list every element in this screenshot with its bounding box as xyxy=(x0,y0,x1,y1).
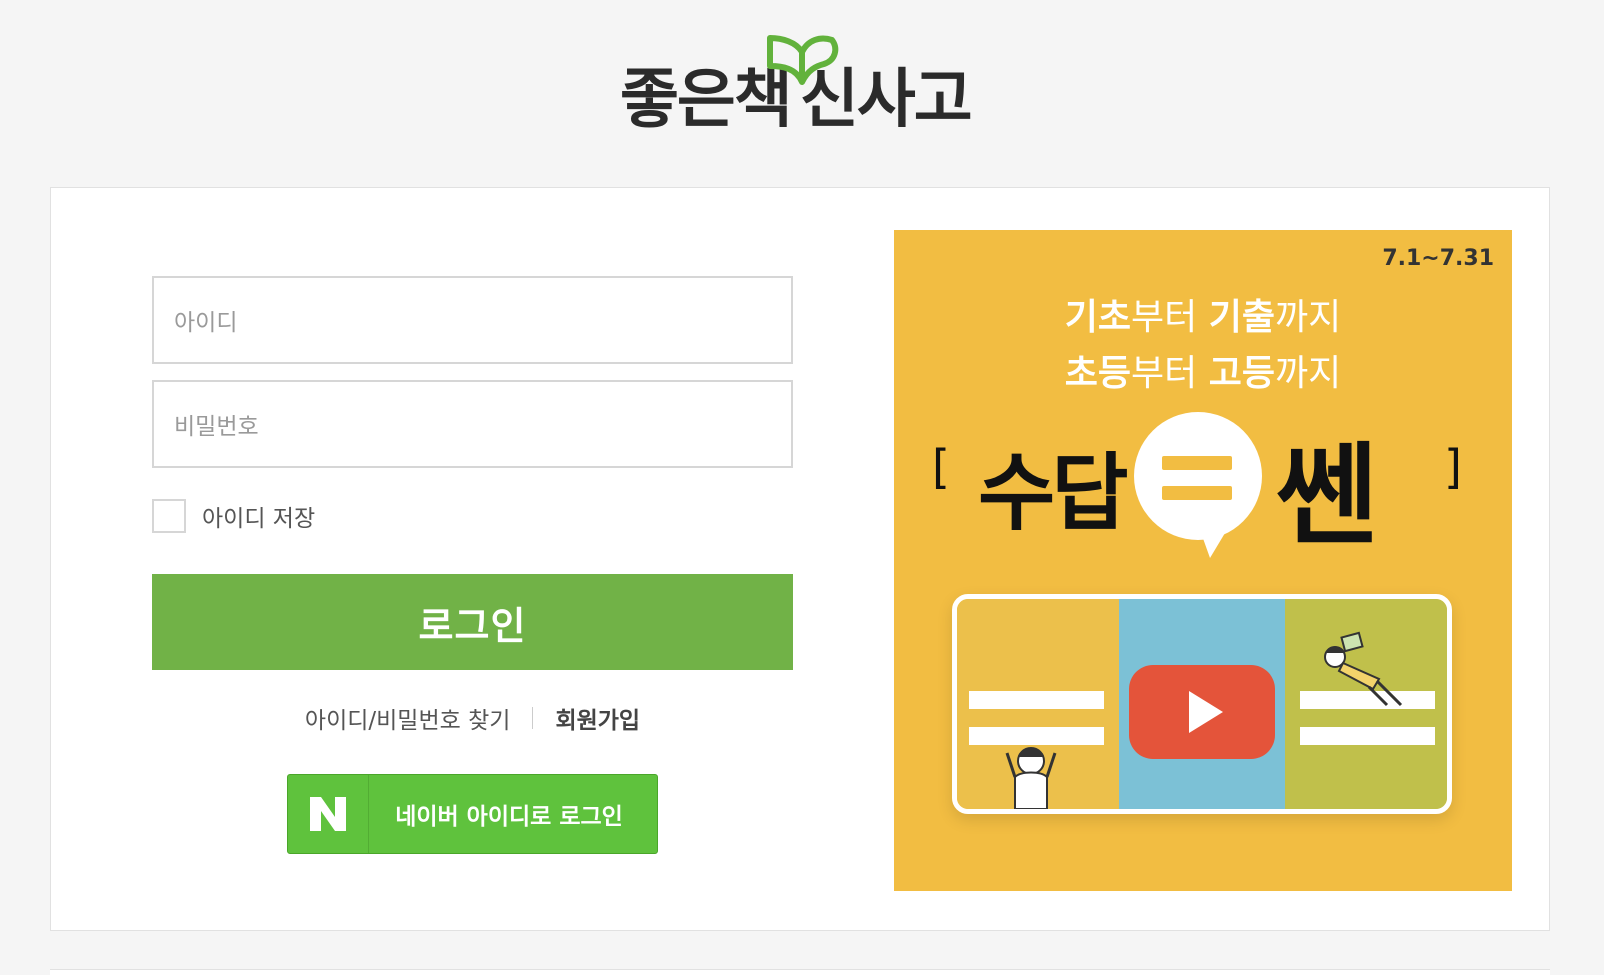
promo-banner[interactable]: 7.1~7.31 기초부터 기출까지 초등부터 고등까지 [ 수답 쎈 ] xyxy=(894,230,1512,891)
remember-id-checkbox[interactable] xyxy=(152,499,186,533)
link-divider xyxy=(532,707,534,729)
id-input[interactable]: 아이디 xyxy=(152,276,793,364)
bar-left-1 xyxy=(969,691,1104,709)
brand-right-text: 쎈 xyxy=(1276,432,1378,560)
headline-1-word-1: 기초 xyxy=(1064,297,1132,338)
headline-2-word-3: 고등 xyxy=(1208,353,1275,394)
account-links: 아이디/비밀번호 찾기 회원가입 xyxy=(152,700,793,736)
naver-logo-icon xyxy=(288,775,369,853)
headline-2-word-4: 까지 xyxy=(1274,353,1342,394)
site-logo[interactable]: 좋은책 신사고 xyxy=(620,30,980,140)
remember-id-label: 아이디 저장 xyxy=(202,506,316,532)
login-button[interactable]: 로그인 xyxy=(152,574,793,670)
next-section-edge xyxy=(50,969,1550,975)
signup-link[interactable]: 회원가입 xyxy=(555,701,640,735)
id-placeholder: 아이디 xyxy=(174,310,238,336)
equals-bubble-icon xyxy=(1134,412,1262,558)
banner-headline-1: 기초부터 기출까지 xyxy=(894,288,1512,340)
headline-1-word-2: 부터 xyxy=(1131,297,1209,338)
reading-character-icon xyxy=(1324,631,1403,707)
brand-bracket-open: [ xyxy=(932,440,950,494)
banner-period: 7.1~7.31 xyxy=(1382,246,1494,271)
naver-login-button[interactable]: 네이버 아이디로 로그인 xyxy=(287,774,658,854)
brand-left-text: 수답 xyxy=(978,444,1129,542)
play-button-icon xyxy=(1129,665,1275,759)
naver-n-icon xyxy=(310,797,346,831)
bar-right-2 xyxy=(1300,727,1435,745)
password-input[interactable]: 비밀번호 xyxy=(152,380,793,468)
headline-2-word-1: 초등 xyxy=(1064,353,1132,394)
brand-bracket-close: ] xyxy=(1444,440,1462,494)
headline-1-word-3: 기출 xyxy=(1208,297,1275,338)
video-illustration xyxy=(952,594,1452,814)
find-account-link[interactable]: 아이디/비밀번호 찾기 xyxy=(305,701,511,735)
logo-text-right: 신사고 xyxy=(800,63,973,137)
password-placeholder: 비밀번호 xyxy=(174,414,259,440)
banner-headline-2: 초등부터 고등까지 xyxy=(894,344,1512,396)
remember-id[interactable]: 아이디 저장 xyxy=(152,498,315,534)
student-character-icon xyxy=(1005,747,1057,809)
naver-login-label: 네이버 아이디로 로그인 xyxy=(395,804,623,830)
headline-2-word-2: 부터 xyxy=(1131,353,1209,394)
headline-1-word-4: 까지 xyxy=(1274,297,1342,338)
